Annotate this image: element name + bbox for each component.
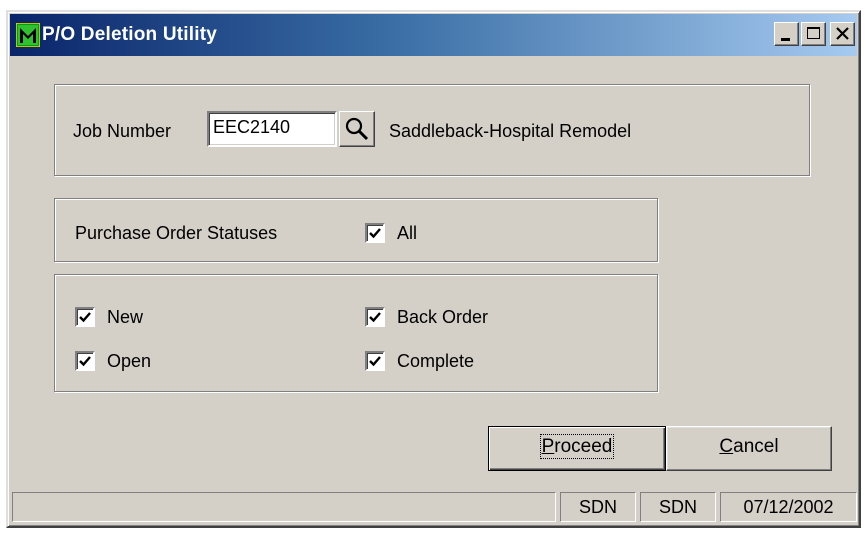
- title-bar[interactable]: P/O Deletion Utility: [10, 14, 857, 56]
- po-statuses-group: Purchase Order Statuses All: [54, 198, 658, 262]
- checkbox-new[interactable]: [75, 307, 95, 327]
- checkbox-all-label: All: [397, 223, 418, 243]
- maximize-button[interactable]: [801, 22, 826, 46]
- checkbox-back-order[interactable]: [365, 307, 385, 327]
- job-description: Saddleback-Hospital Remodel: [389, 121, 632, 141]
- window-title: P/O Deletion Utility: [42, 24, 218, 45]
- magnifier-icon: [345, 117, 369, 141]
- check-icon: [369, 312, 381, 323]
- checkbox-complete[interactable]: [365, 351, 385, 371]
- checkbox-new-label: New: [107, 307, 144, 327]
- status-bar: SDN SDN 07/12/2002: [10, 488, 857, 524]
- proceed-button-label: Proceed: [539, 434, 615, 459]
- check-icon: [369, 356, 381, 367]
- checkbox-open-label: Open: [107, 351, 152, 371]
- check-icon: [79, 312, 91, 323]
- dialog-window: P/O Deletion Utility Job Number EEC2140: [6, 10, 861, 528]
- close-icon: [836, 27, 849, 40]
- minimize-icon: [781, 38, 790, 41]
- job-number-label: Job Number: [73, 121, 172, 141]
- status-options-group: New Open Back Order Complete: [54, 274, 658, 392]
- check-icon: [369, 228, 381, 239]
- cancel-button-label: Cancel: [719, 436, 779, 457]
- status-panel-company: SDN: [640, 492, 716, 522]
- close-button[interactable]: [830, 22, 855, 46]
- job-lookup-button[interactable]: [339, 111, 375, 147]
- checkbox-open[interactable]: [75, 351, 95, 371]
- checkbox-complete-label: Complete: [397, 351, 475, 371]
- check-icon: [79, 356, 91, 367]
- job-number-group: Job Number EEC2140 Saddleback-Hospital R…: [54, 84, 810, 176]
- proceed-button[interactable]: Proceed: [488, 426, 666, 471]
- status-panel-date: 07/12/2002: [720, 492, 857, 522]
- cancel-button[interactable]: Cancel: [666, 426, 832, 471]
- job-number-input[interactable]: EEC2140: [207, 111, 337, 147]
- app-icon: [16, 23, 40, 47]
- checkbox-all[interactable]: [365, 223, 385, 243]
- status-panel-main: [12, 492, 556, 522]
- po-statuses-label: Purchase Order Statuses: [75, 223, 278, 243]
- maximize-icon: [807, 27, 820, 39]
- minimize-button[interactable]: [774, 22, 799, 46]
- status-panel-user: SDN: [560, 492, 636, 522]
- checkbox-back-order-label: Back Order: [397, 307, 489, 327]
